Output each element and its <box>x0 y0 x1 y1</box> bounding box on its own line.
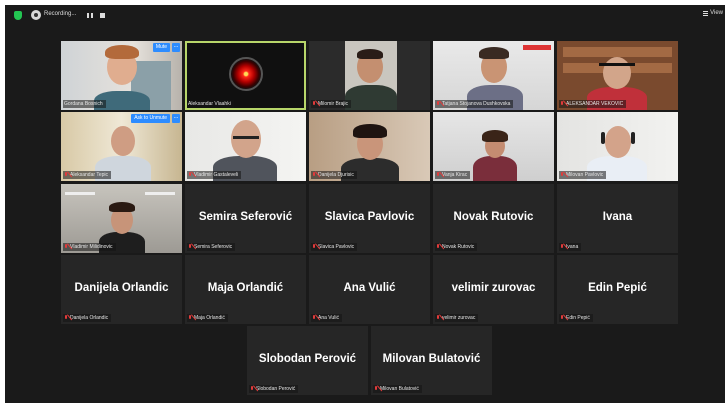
participant-tile[interactable]: ALEKSANDAR VEKOVIC <box>557 41 678 110</box>
participant-tile[interactable]: Slobodan Perović Slobodan Perović <box>247 326 368 395</box>
participant-name-label: velimir zurovac <box>435 314 479 322</box>
participant-name-label: Vladimir Gastaleveli <box>187 171 242 179</box>
muted-mic-icon <box>436 172 440 178</box>
muted-mic-icon <box>250 386 254 392</box>
participant-display-name: Milovan Bulatović <box>382 353 481 365</box>
view-button-label: View <box>710 10 723 16</box>
participant-name-label: Novak Rutovic <box>435 243 478 251</box>
security-shield-icon[interactable] <box>14 11 22 20</box>
participant-display-name: velimir zurovac <box>451 282 536 294</box>
participant-tile[interactable]: Milomir Brajic <box>309 41 430 110</box>
muted-mic-icon <box>560 172 564 178</box>
pause-recording-icon[interactable] <box>87 13 93 18</box>
participant-tile[interactable]: Danijela Orlandic Danijela Orlandic <box>61 255 182 324</box>
participant-name-label: Aleksandar Tepic <box>63 171 111 179</box>
participant-display-name: Slavica Pavlovic <box>324 211 415 223</box>
participant-tile[interactable]: Edin Pepić Edin Pepić <box>557 255 678 324</box>
stop-recording-icon[interactable] <box>100 13 105 18</box>
participant-tile[interactable]: Mute ... Gordana Bosnich <box>61 41 182 110</box>
participant-name-label: Gordana Bosnich <box>63 100 106 108</box>
muted-mic-icon <box>188 244 192 250</box>
participant-tile[interactable]: Vladimir Milidinovic <box>61 184 182 253</box>
participant-display-name: Novak Rutovic <box>453 211 534 223</box>
meeting-top-bar: Recording... View <box>5 5 725 25</box>
participant-name-label: Semira Seferovic <box>187 243 236 251</box>
participant-tile[interactable]: Novak Rutovic Novak Rutovic <box>433 184 554 253</box>
participant-name-label: Tatjana Stojanova Dushkovska <box>435 100 514 108</box>
participant-tile[interactable]: Ask to Unmute ... Aleksandar Tepic <box>61 112 182 181</box>
muted-mic-icon <box>374 386 378 392</box>
hal-eye-avatar <box>229 57 263 91</box>
muted-mic-icon <box>312 172 316 178</box>
participant-name-label: Ana Vulić <box>311 314 342 322</box>
participant-display-name: Slobodan Perović <box>258 353 357 365</box>
participant-name-label: Danijela Orlandic <box>63 314 112 322</box>
participant-name-label: Milovan Bulatović <box>373 385 422 393</box>
muted-mic-icon <box>436 101 440 107</box>
more-options-button[interactable]: ... <box>172 43 180 52</box>
participant-name-label: Slavica Pavlovic <box>311 243 358 251</box>
participant-display-name: Ana Vulić <box>343 282 396 294</box>
participant-name-label: Milovan Pavlovic <box>559 171 607 179</box>
participant-name-label: Danijela Djurisic <box>311 171 357 179</box>
participant-tile-active-speaker[interactable]: Aleksandar Vlaahki <box>185 41 306 110</box>
participant-tile[interactable]: Ivana Ivana <box>557 184 678 253</box>
view-button[interactable]: View <box>703 10 723 16</box>
participant-name-label: Slobodan Perović <box>249 385 299 393</box>
participant-display-name: Danijela Orlandic <box>74 282 169 294</box>
participant-name-label: ALEKSANDAR VEKOVIC <box>559 100 627 108</box>
muted-mic-icon <box>560 315 564 321</box>
participant-display-name: Edin Pepić <box>588 282 647 294</box>
participant-display-name: Maja Orlandić <box>207 282 284 294</box>
participant-tile[interactable]: Maja Orlandić Maja Orlandić <box>185 255 306 324</box>
participant-display-name: Ivana <box>602 211 633 223</box>
muted-mic-icon <box>64 315 68 321</box>
participant-name-label: Aleksandar Vlaahki <box>187 100 234 108</box>
participant-tile[interactable]: Semira Seferović Semira Seferovic <box>185 184 306 253</box>
more-options-button[interactable]: ... <box>172 114 180 123</box>
muted-mic-icon <box>312 315 316 321</box>
participant-tile[interactable]: Vladimir Gastaleveli <box>185 112 306 181</box>
participant-tile[interactable]: Milovan Pavlovic <box>557 112 678 181</box>
muted-mic-icon <box>188 172 192 178</box>
participant-name-label: Edin Pepić <box>559 314 593 322</box>
participant-name-label: Milomir Brajic <box>311 100 351 108</box>
ask-to-unmute-button[interactable]: Ask to Unmute <box>131 114 170 123</box>
participant-name-label: Ivana <box>559 243 582 251</box>
participant-tile[interactable]: Milovan Bulatović Milovan Bulatović <box>371 326 492 395</box>
recording-status-text: Recording... <box>44 11 77 17</box>
participant-tile[interactable]: Tatjana Stojanova Dushkovska <box>433 41 554 110</box>
gallery-view-icon <box>703 10 709 16</box>
participant-tile[interactable]: Danijela Djurisic <box>309 112 430 181</box>
muted-mic-icon <box>312 101 316 107</box>
participant-display-name: Semira Seferović <box>198 211 293 223</box>
participant-name-label: Vanja Kirac <box>435 171 471 179</box>
participant-tile[interactable]: Slavica Pavlovic Slavica Pavlovic <box>309 184 430 253</box>
muted-mic-icon <box>188 315 192 321</box>
participant-tile[interactable]: Vanja Kirac <box>433 112 554 181</box>
muted-mic-icon <box>64 172 68 178</box>
muted-mic-icon <box>436 244 440 250</box>
muted-mic-icon <box>436 315 440 321</box>
muted-mic-icon <box>560 101 564 107</box>
muted-mic-icon <box>64 244 68 250</box>
muted-mic-icon <box>312 244 316 250</box>
participant-tile[interactable]: velimir zurovac velimir zurovac <box>433 255 554 324</box>
participant-name-label: Vladimir Milidinovic <box>63 243 116 251</box>
mute-button[interactable]: Mute <box>152 43 170 52</box>
recording-icon <box>31 10 41 20</box>
muted-mic-icon <box>560 244 564 250</box>
participant-name-label: Maja Orlandić <box>187 314 228 322</box>
zoom-meeting-window: Recording... View Mute ... Gordana Bosni… <box>5 5 725 403</box>
participant-tile[interactable]: Ana Vulić Ana Vulić <box>309 255 430 324</box>
